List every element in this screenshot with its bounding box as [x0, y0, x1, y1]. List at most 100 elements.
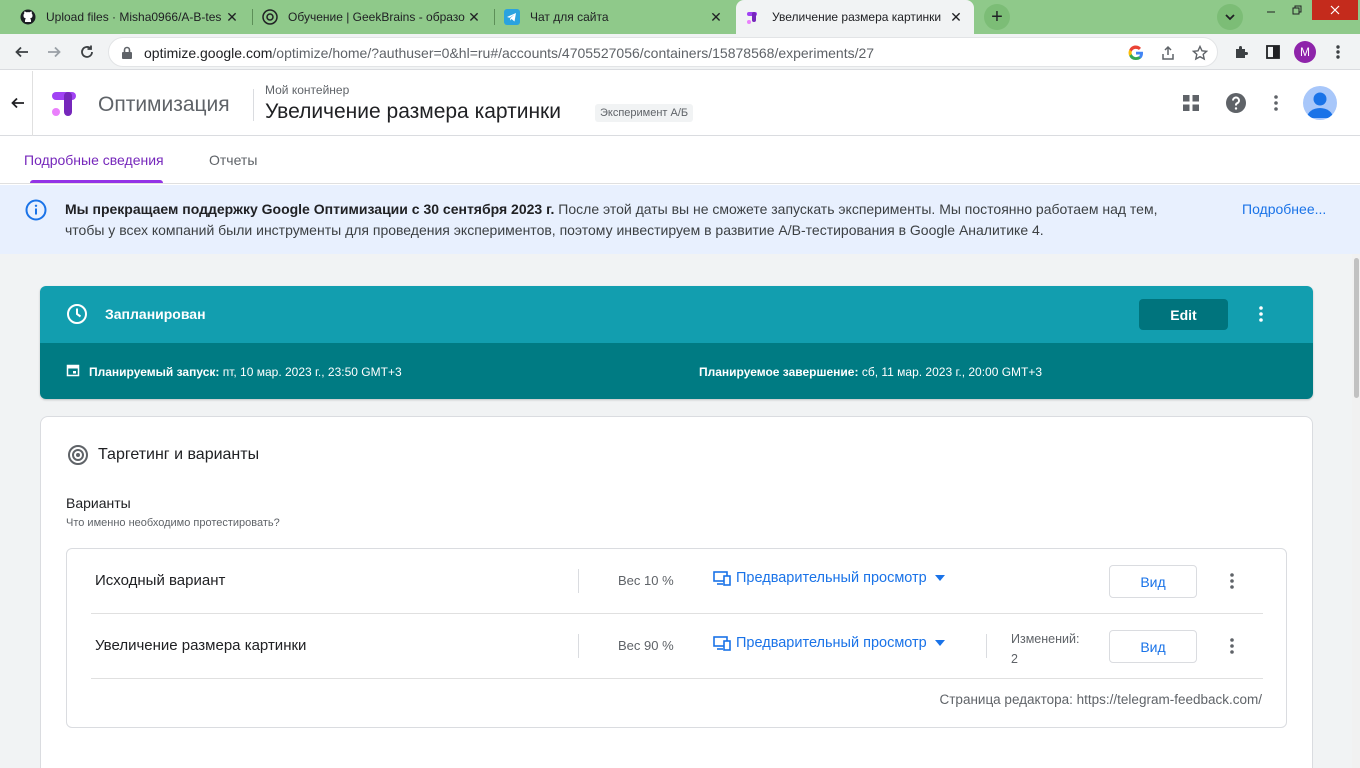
profile-button[interactable]: M [1293, 40, 1317, 64]
browser-tab-github[interactable]: Upload files · Misha0966/A-B-tes ✕ [10, 0, 250, 34]
share-icon[interactable] [1160, 45, 1176, 61]
arrow-left-icon [15, 46, 28, 58]
tab-reports[interactable]: Отчеты [209, 152, 257, 168]
caret-down-icon [934, 575, 945, 581]
devices-icon [713, 570, 731, 586]
edit-button[interactable]: Edit [1139, 299, 1228, 330]
browser-tab-telegram[interactable]: Чат для сайта ✕ [494, 0, 734, 34]
back-button[interactable] [8, 93, 28, 113]
changes-count[interactable]: Изменений: 2 [1011, 629, 1079, 669]
arrow-left-icon [11, 97, 24, 109]
schedule-bar: Планируемый запуск: пт, 10 мар. 2023 г.,… [40, 343, 1313, 399]
variant-row-original: Исходный вариант Вес 10 % Предварительны… [91, 549, 1263, 614]
deprecation-banner: Мы прекращаем поддержку Google Оптимизац… [0, 185, 1360, 254]
more-options-button[interactable] [1264, 91, 1288, 115]
reload-button[interactable] [75, 40, 99, 64]
view-button[interactable]: Вид [1109, 630, 1197, 663]
learn-more-link[interactable]: Подробнее... [1242, 201, 1326, 217]
geekbrains-icon [262, 9, 278, 25]
status-more-button[interactable] [1249, 302, 1273, 326]
experiment-type-badge: Эксперимент А/Б [595, 104, 694, 122]
start-label: Планируемый запуск: [89, 365, 220, 379]
target-icon [68, 445, 88, 465]
tab-title: Увеличение размера картинки [772, 10, 942, 24]
variant-row-test: Увеличение размера картинки Вес 90 % Пре… [91, 614, 1263, 679]
minimize-icon [1267, 11, 1275, 13]
url-host: optimize.google.com [144, 45, 273, 61]
close-icon[interactable]: ✕ [708, 9, 724, 26]
end-label: Планируемое завершение: [699, 365, 859, 379]
close-icon[interactable]: ✕ [948, 9, 964, 26]
tab-details[interactable]: Подробные сведения [24, 152, 164, 168]
puzzle-icon [1236, 46, 1248, 58]
lock-icon [122, 46, 132, 59]
more-vert-icon [1230, 638, 1234, 654]
status-card: Запланирован Edit Планируемый запуск: пт… [40, 286, 1313, 399]
arrow-right-icon [48, 46, 61, 58]
browser-tab-geekbrains[interactable]: Обучение | GeekBrains - образо ✕ [252, 0, 492, 34]
container-name[interactable]: Мой контейнер [265, 83, 349, 97]
restore-icon [1292, 5, 1302, 15]
more-vert-icon [1259, 306, 1263, 322]
banner-bold: Мы прекращаем поддержку Google Оптимизац… [65, 201, 555, 217]
chevron-down-icon [1225, 14, 1235, 21]
status-title: Запланирован [105, 306, 206, 322]
close-icon[interactable]: ✕ [224, 9, 240, 26]
forward-button[interactable] [42, 40, 66, 64]
browser-tab-bar: Upload files · Misha0966/A-B-tes ✕ Обуче… [0, 0, 1360, 34]
apps-grid-icon [1183, 95, 1199, 111]
tab-search-button[interactable] [1217, 4, 1243, 30]
preview-label: Предварительный просмотр [736, 635, 927, 651]
view-button[interactable]: Вид [1109, 565, 1197, 598]
targeting-card: Таргетинг и варианты Варианты Что именно… [40, 416, 1313, 768]
preview-dropdown[interactable]: Предварительный просмотр [713, 635, 945, 651]
variant-name: Исходный вариант [95, 572, 226, 589]
preview-label: Предварительный просмотр [736, 570, 927, 586]
google-icon[interactable] [1128, 45, 1144, 61]
optimize-icon [746, 9, 762, 25]
variant-more-button[interactable] [1220, 634, 1244, 658]
scrollbar-thumb[interactable] [1354, 258, 1359, 398]
star-icon[interactable] [1192, 45, 1208, 61]
address-bar[interactable]: optimize.google.com/optimize/home/?authu… [108, 37, 1218, 67]
variants-list: Исходный вариант Вес 10 % Предварительны… [66, 548, 1287, 728]
status-header: Запланирован Edit [40, 286, 1313, 343]
browser-menu-button[interactable] [1326, 40, 1350, 64]
calendar-icon [66, 364, 80, 377]
account-avatar[interactable] [1303, 86, 1337, 120]
reload-icon [81, 45, 93, 58]
more-vert-icon [1230, 573, 1234, 589]
side-panel-button[interactable] [1261, 40, 1285, 64]
back-button[interactable] [10, 40, 34, 64]
active-tab-indicator [30, 180, 163, 183]
variant-weight[interactable]: Вес 90 % [618, 638, 674, 653]
close-window-button[interactable] [1312, 0, 1358, 20]
new-tab-button[interactable]: + [984, 4, 1010, 30]
more-vert-icon [1274, 95, 1278, 111]
variants-subtitle: Что именно необходимо протестировать? [66, 517, 280, 529]
info-icon [25, 199, 47, 221]
close-icon[interactable]: ✕ [466, 9, 482, 26]
variant-more-button[interactable] [1220, 569, 1244, 593]
user-icon [1307, 92, 1333, 118]
changes-label: Изменений: [1011, 632, 1080, 646]
optimize-logo [52, 92, 76, 116]
help-button[interactable] [1224, 91, 1248, 115]
more-vert-icon [1336, 45, 1340, 59]
preview-dropdown[interactable]: Предварительный просмотр [713, 570, 945, 586]
variant-weight[interactable]: Вес 10 % [618, 573, 674, 588]
extensions-button[interactable] [1229, 40, 1253, 64]
start-value: пт, 10 мар. 2023 г., 23:50 GMT+3 [219, 365, 402, 379]
restore-button[interactable] [1282, 0, 1312, 20]
telegram-icon [504, 9, 520, 25]
editor-page-url: Страница редактора: https://telegram-fee… [939, 692, 1263, 707]
browser-tab-optimize[interactable]: Увеличение размера картинки ✕ [736, 0, 974, 34]
scheduled-end: Планируемое завершение: сб, 11 мар. 2023… [699, 365, 1042, 379]
url-path: /optimize/home/?authuser=0&hl=ru#/accoun… [272, 45, 875, 61]
close-icon [1330, 5, 1340, 15]
help-icon [1226, 93, 1246, 113]
page-title: Увеличение размера картинки [265, 100, 561, 123]
variants-heading: Варианты [66, 495, 131, 511]
apps-button[interactable] [1179, 91, 1203, 115]
variant-name: Увеличение размера картинки [95, 637, 307, 654]
